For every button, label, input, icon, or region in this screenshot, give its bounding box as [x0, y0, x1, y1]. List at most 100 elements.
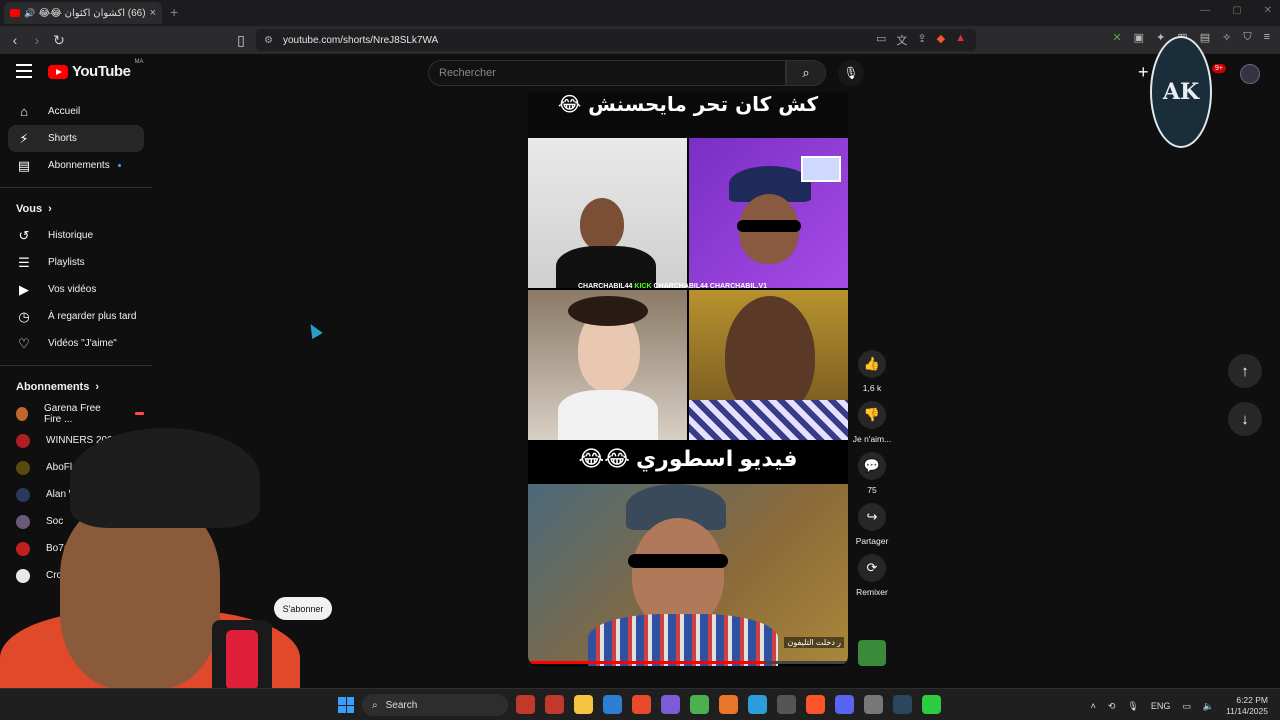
- next-short-button[interactable]: ↓: [1228, 402, 1262, 436]
- cast-icon[interactable]: ▭: [876, 32, 886, 48]
- new-tab-button[interactable]: +: [170, 4, 178, 20]
- country-code: MA: [134, 59, 144, 65]
- bookmark-icon[interactable]: ▯: [232, 31, 250, 49]
- sidebar-item-playlists[interactable]: ☰ Playlists: [0, 249, 144, 276]
- share-page-icon[interactable]: ⇪: [917, 32, 926, 48]
- taskbar-app-icon[interactable]: [661, 695, 680, 714]
- menu-icon[interactable]: ≡: [1264, 31, 1270, 44]
- reload-icon[interactable]: ↻: [50, 31, 68, 49]
- sidebar-item-liked[interactable]: ♡ Vidéos "J'aime": [0, 330, 144, 357]
- clock[interactable]: 6:22 PM 11/14/2025: [1226, 695, 1268, 717]
- vpn-shield-icon[interactable]: ⛉: [1243, 31, 1251, 44]
- taskbar-app-icon[interactable]: [835, 695, 854, 714]
- network-icon[interactable]: ▭: [1182, 701, 1191, 712]
- taskbar-app-icon[interactable]: [922, 695, 941, 714]
- sidebar-item-watch-later[interactable]: ◷ À regarder plus tard: [0, 303, 144, 330]
- video-progress-bar[interactable]: [528, 661, 848, 664]
- sidebar-item-abonnements[interactable]: ▤ Abonnements: [0, 152, 144, 179]
- extension-icon[interactable]: ✕: [1112, 31, 1121, 44]
- chevron-up-icon[interactable]: ˄: [1091, 701, 1096, 711]
- webcam-overlay: [0, 420, 300, 720]
- hamburger-menu-icon[interactable]: [16, 64, 32, 78]
- taskbar-app-icon[interactable]: [893, 695, 912, 714]
- streamer-handles: CHARCHABIL44 KICK CHARCHABIL44 CHARCHABI…: [578, 283, 767, 290]
- wallet-icon[interactable]: ▤: [1200, 31, 1210, 44]
- like-button[interactable]: 👍 1,6 k: [852, 350, 892, 393]
- remix-icon: ⟳: [858, 554, 886, 582]
- extension-icon[interactable]: ▣: [1134, 31, 1144, 44]
- sidebar-item-historique[interactable]: ↺ Historique: [0, 222, 144, 249]
- sidebar-item-shorts[interactable]: ⚡ Shorts: [8, 125, 144, 152]
- clock-date: 11/14/2025: [1226, 706, 1268, 716]
- back-icon[interactable]: ‹: [6, 31, 24, 49]
- sidebar-item-label: Accueil: [48, 106, 81, 117]
- maximize-button[interactable]: ▢: [1232, 5, 1241, 16]
- forward-icon[interactable]: ›: [28, 31, 46, 49]
- dislike-button[interactable]: 👎 Je n'aim...: [852, 401, 892, 444]
- translate-icon[interactable]: 文: [896, 32, 907, 48]
- taskbar-app-icon[interactable]: [806, 695, 825, 714]
- taskbar-app-icon[interactable]: [748, 695, 767, 714]
- site-settings-icon[interactable]: ⚙: [264, 35, 273, 46]
- taskbar-app-icon[interactable]: [545, 695, 564, 714]
- taskbar-app-icon[interactable]: [603, 695, 622, 714]
- handle-text: CHARCHABIL.V1: [709, 283, 768, 290]
- comments-button[interactable]: 💬 75: [852, 452, 892, 495]
- language-indicator[interactable]: ENG: [1151, 701, 1171, 711]
- share-button[interactable]: ↪ Partager: [852, 503, 892, 546]
- puzzle-icon[interactable]: ✦: [1156, 31, 1165, 44]
- taskbar-app-icon[interactable]: [719, 695, 738, 714]
- account-avatar[interactable]: [1240, 64, 1260, 84]
- sidebar-header-abonnements[interactable]: Abonnements ›: [0, 374, 152, 400]
- system-tray: ˄ ⟲ 🎙 ENG ▭ 🔈 6:22 PM 11/14/2025: [1091, 695, 1268, 717]
- url-text[interactable]: youtube.com/shorts/NreJ8SLk7WA: [283, 35, 438, 46]
- remix-button[interactable]: ⟳ Remixer: [852, 554, 892, 597]
- brave-shield-icon[interactable]: ◆: [937, 32, 945, 48]
- taskbar-app-icon[interactable]: [632, 695, 651, 714]
- search-icon: ⌕: [372, 699, 378, 711]
- browser-tab[interactable]: 🔊 (66) اكشوان اكثوان 😂😂 - be ×: [4, 2, 162, 24]
- address-bar[interactable]: ⚙ youtube.com/shorts/NreJ8SLk7WA ▭ 文 ⇪ ◆…: [256, 29, 976, 51]
- progress-fill: [528, 661, 765, 664]
- sidebar-item-vos-videos[interactable]: ▶ Vos vidéos: [0, 276, 144, 303]
- divider: [0, 365, 152, 366]
- watch-later-icon: ◷: [18, 308, 30, 324]
- taskbar-search[interactable]: ⌕ Search: [362, 694, 508, 716]
- sound-thumbnail[interactable]: [858, 640, 886, 666]
- sidebar-header-vous[interactable]: Vous ›: [0, 196, 152, 222]
- voice-search-button[interactable]: 🎙: [838, 60, 864, 86]
- brave-rewards-icon[interactable]: ▲: [955, 32, 966, 48]
- notifications-badge[interactable]: 9+: [1212, 64, 1226, 73]
- windows-start-icon[interactable]: [338, 697, 354, 713]
- search-input[interactable]: Rechercher: [428, 60, 786, 86]
- create-button[interactable]: +: [1138, 62, 1149, 83]
- leo-icon[interactable]: ✧: [1222, 31, 1231, 44]
- taskbar-app-icon[interactable]: [777, 695, 796, 714]
- volume-icon[interactable]: 🔈: [1203, 701, 1214, 712]
- taskbar-app-icon[interactable]: [864, 695, 883, 714]
- taskbar-app-icon[interactable]: [574, 695, 593, 714]
- sync-icon[interactable]: ⟲: [1108, 701, 1116, 712]
- previous-short-button[interactable]: ↑: [1228, 354, 1262, 388]
- youtube-logo[interactable]: YouTube MA: [48, 59, 143, 80]
- section-title: Abonnements: [16, 381, 90, 393]
- minimize-button[interactable]: —: [1200, 5, 1210, 16]
- tab-close-button[interactable]: ×: [150, 7, 156, 19]
- search-button[interactable]: ⌕: [786, 60, 826, 86]
- video-cell: [689, 290, 848, 440]
- action-label: Je n'aim...: [852, 434, 892, 444]
- thumbs-up-icon: 👍: [858, 350, 886, 378]
- handle-text: CHARCHABIL44: [653, 283, 708, 290]
- taskbar-app-icon[interactable]: [690, 695, 709, 714]
- action-label: Remixer: [856, 587, 888, 597]
- speaker-icon[interactable]: 🔊: [24, 8, 35, 19]
- short-video-player[interactable]: كش كان تحر مايحسنش 😂 CHARCHABIL44 KICK C…: [528, 92, 848, 666]
- shorts-icon: ⚡: [19, 130, 29, 146]
- sidebar-item-accueil[interactable]: ⌂ Accueil: [0, 98, 144, 125]
- mic-icon[interactable]: 🎙: [1127, 701, 1138, 712]
- video-caption: ر دخلت التليفون: [784, 637, 844, 648]
- subscribe-button[interactable]: S'abonner: [274, 597, 332, 620]
- close-window-button[interactable]: ✕: [1264, 5, 1272, 16]
- taskbar-app-icon[interactable]: [516, 695, 535, 714]
- section-title: Vous: [16, 203, 43, 215]
